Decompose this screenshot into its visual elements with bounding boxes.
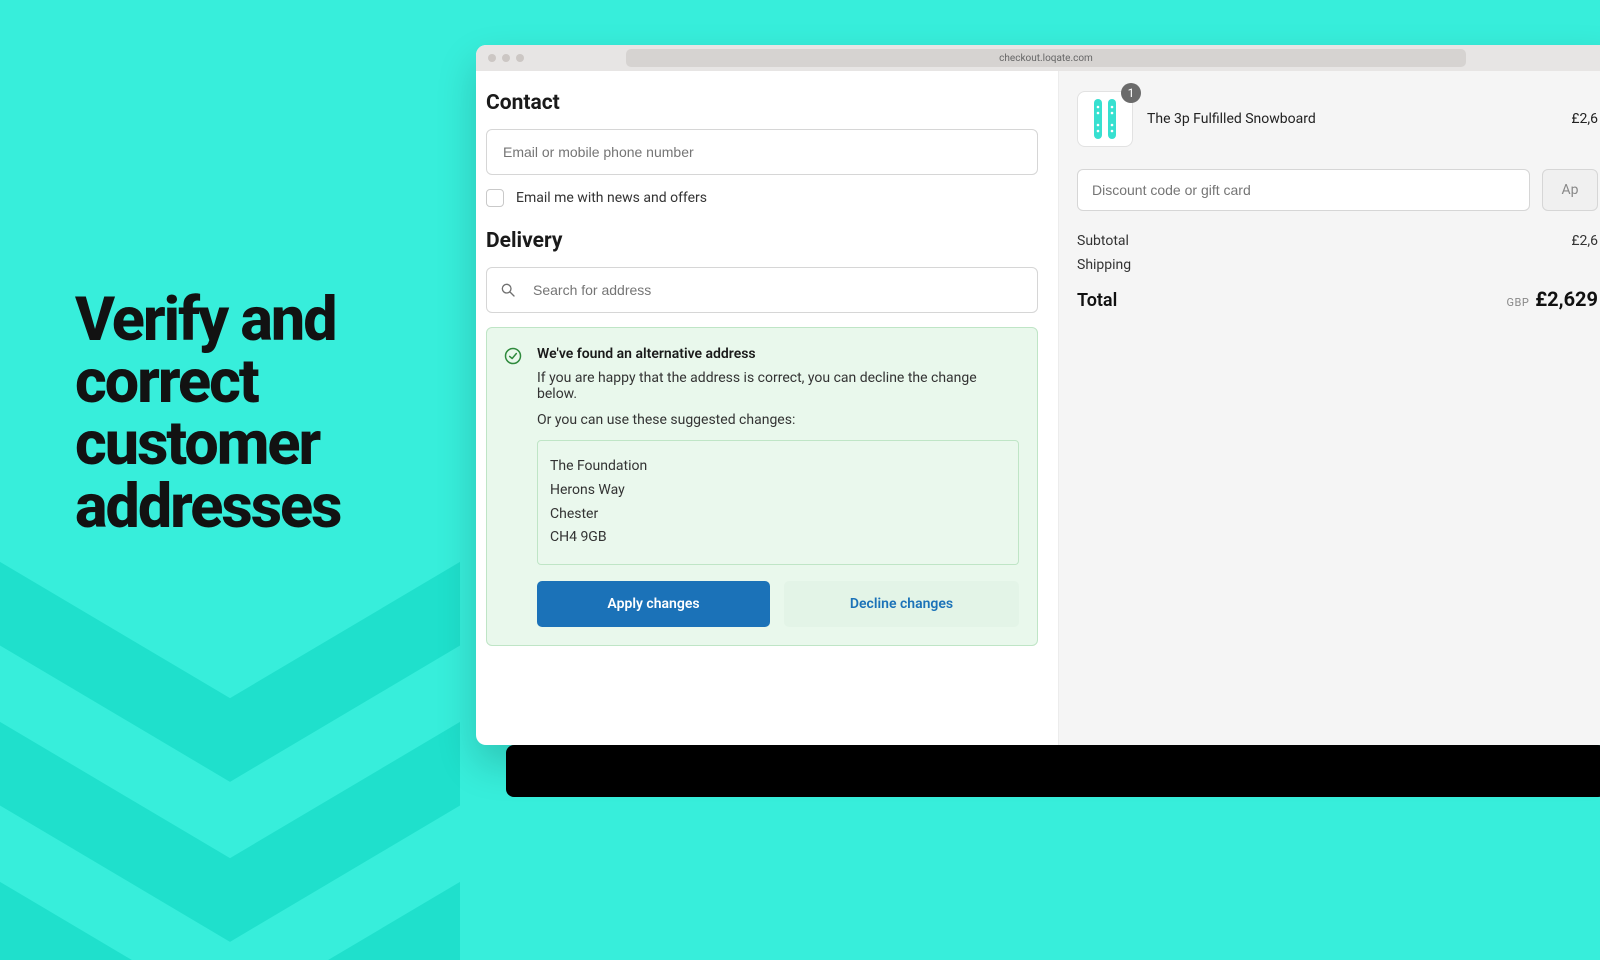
- minimize-dot-icon: [502, 54, 510, 62]
- cart-item-name: The 3p Fulfilled Snowboard: [1147, 111, 1557, 127]
- newsletter-label: Email me with news and offers: [516, 190, 707, 206]
- suggestion-line-2: Or you can use these suggested changes:: [537, 412, 1019, 428]
- subtotal-label: Subtotal: [1077, 233, 1129, 249]
- check-circle-icon: [503, 346, 523, 366]
- quantity-badge: 1: [1121, 83, 1141, 103]
- traffic-lights: [488, 54, 524, 62]
- shipping-label: Shipping: [1077, 257, 1131, 273]
- suggestion-line-1: If you are happy that the address is cor…: [537, 370, 1019, 402]
- search-icon: [500, 282, 516, 298]
- address-line: CH4 9GB: [550, 526, 1006, 550]
- contact-heading: Contact: [486, 91, 1038, 115]
- address-search-input[interactable]: [486, 267, 1038, 313]
- subtotal-value: £2,6: [1571, 233, 1598, 249]
- suggested-address-card: The Foundation Herons Way Chester CH4 9G…: [537, 440, 1019, 565]
- browser-titlebar: checkout.loqate.com: [476, 45, 1600, 71]
- apply-changes-button[interactable]: Apply changes: [537, 581, 770, 627]
- close-dot-icon: [488, 54, 496, 62]
- newsletter-checkbox[interactable]: [486, 189, 504, 207]
- address-line: Chester: [550, 503, 1006, 527]
- cart-item: 1 The 3p Fulfilled Snowboard £2,6: [1077, 91, 1598, 147]
- background-pattern: [0, 500, 460, 960]
- total-currency: GBP: [1506, 296, 1529, 309]
- decline-changes-button[interactable]: Decline changes: [784, 581, 1019, 627]
- suggestion-title: We've found an alternative address: [537, 346, 1019, 362]
- hero-headline: Verify and correct customer addresses: [75, 288, 415, 537]
- url-text: checkout.loqate.com: [999, 53, 1093, 64]
- apply-discount-button[interactable]: Ap: [1542, 169, 1598, 211]
- address-bar[interactable]: checkout.loqate.com: [626, 49, 1466, 67]
- window-shadow: [506, 745, 1600, 797]
- contact-input[interactable]: [486, 129, 1038, 175]
- total-label: Total: [1077, 290, 1117, 311]
- total-value: £2,629: [1535, 287, 1598, 311]
- address-line: Herons Way: [550, 479, 1006, 503]
- cart-item-price: £2,6: [1571, 111, 1598, 127]
- browser-window: checkout.loqate.com Contact Email me wit…: [476, 45, 1600, 745]
- order-summary: 1 The 3p Fulfilled Snowboard £2,6 Ap Sub…: [1058, 71, 1600, 745]
- discount-input[interactable]: [1077, 169, 1530, 211]
- address-line: The Foundation: [550, 455, 1006, 479]
- address-suggestion-panel: We've found an alternative address If yo…: [486, 327, 1038, 646]
- checkout-form: Contact Email me with news and offers De…: [476, 71, 1058, 745]
- zoom-dot-icon: [516, 54, 524, 62]
- delivery-heading: Delivery: [486, 229, 1038, 253]
- snowboard-icon: [1090, 97, 1120, 141]
